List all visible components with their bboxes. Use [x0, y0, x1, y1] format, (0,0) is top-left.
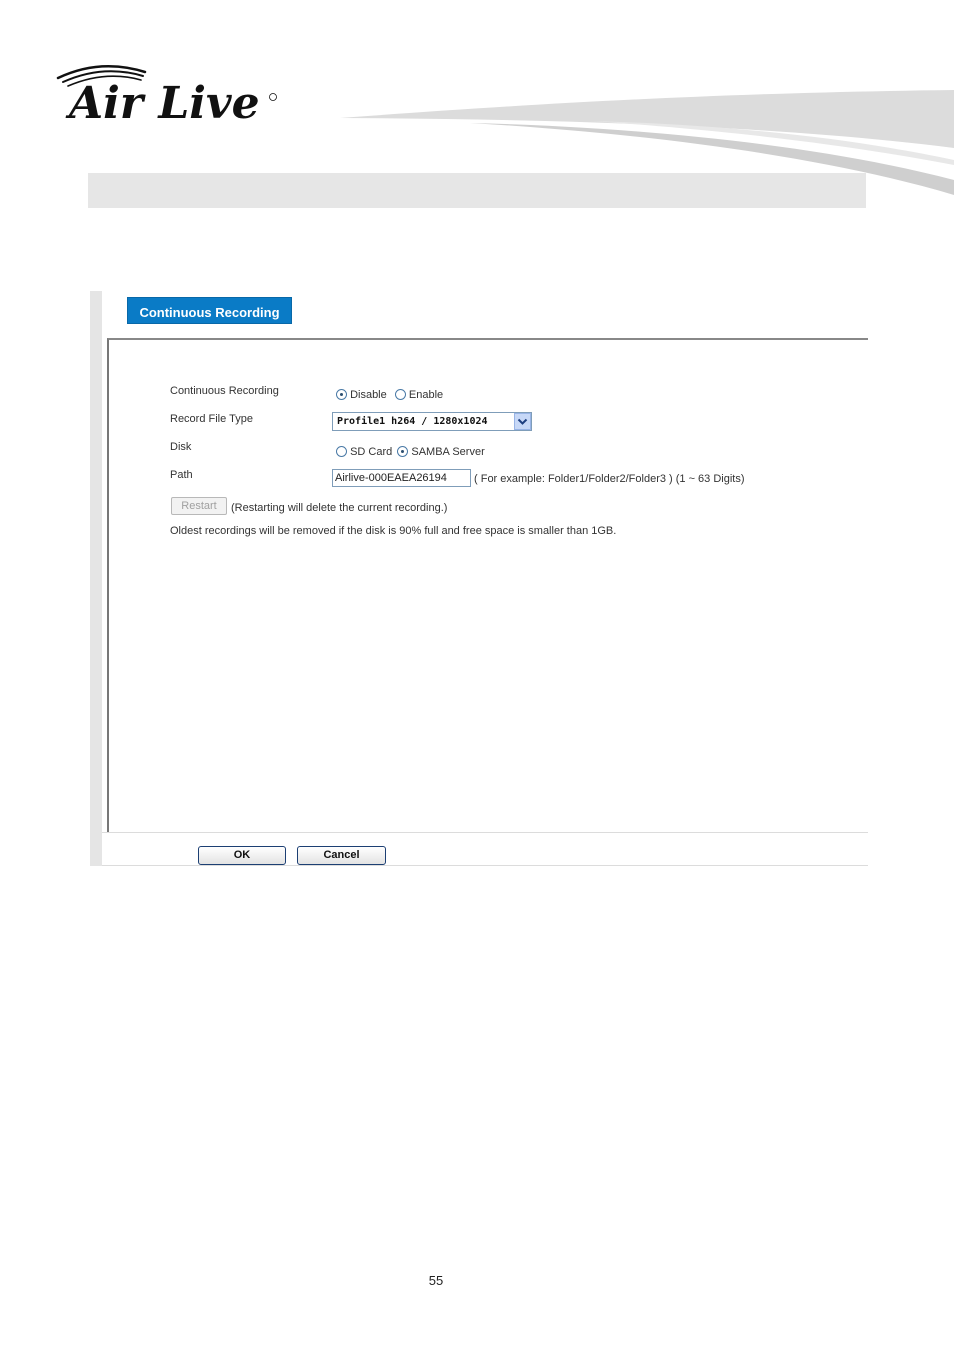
tab-continuous-recording[interactable]: Continuous Recording: [127, 297, 292, 324]
disk-options: SD Card SAMBA Server: [336, 446, 485, 458]
chevron-down-icon[interactable]: [514, 413, 531, 430]
enable-radio[interactable]: [394, 389, 406, 400]
sd-card-radio[interactable]: [336, 446, 347, 457]
sd-card-radio-label: SD Card: [350, 446, 393, 458]
disk-label: Disk: [170, 441, 192, 453]
samba-server-radio[interactable]: [397, 446, 409, 457]
section-header-bar: [88, 173, 866, 208]
path-hint: ( For example: Folder1/Folder2/Folder3 )…: [474, 473, 745, 485]
disable-radio-label: Disable: [350, 389, 387, 401]
ok-button[interactable]: OK: [198, 846, 286, 865]
path-input[interactable]: Airlive-000EAEA26194: [332, 469, 471, 487]
path-label: Path: [170, 469, 193, 481]
storage-notice: Oldest recordings will be removed if the…: [170, 525, 617, 537]
record-file-type-label: Record File Type: [170, 413, 253, 425]
enable-radio-label: Enable: [408, 389, 444, 401]
logo-text: Air Live: [65, 78, 260, 129]
restart-note: (Restarting will delete the current reco…: [231, 502, 448, 514]
continuous-recording-options: Disable Enable: [336, 389, 443, 401]
restart-button[interactable]: Restart: [171, 497, 227, 515]
continuous-recording-label: Continuous Recording: [170, 385, 279, 397]
disable-radio[interactable]: [336, 389, 347, 400]
page-number: 55: [428, 1273, 444, 1288]
samba-server-radio-label: SAMBA Server: [411, 446, 485, 458]
airlive-logo: Air Live: [56, 64, 277, 129]
cancel-button[interactable]: Cancel: [297, 846, 386, 865]
panel-left-border: [90, 291, 102, 866]
record-file-type-select[interactable]: Profile1 h264 / 1280x1024: [332, 412, 532, 431]
